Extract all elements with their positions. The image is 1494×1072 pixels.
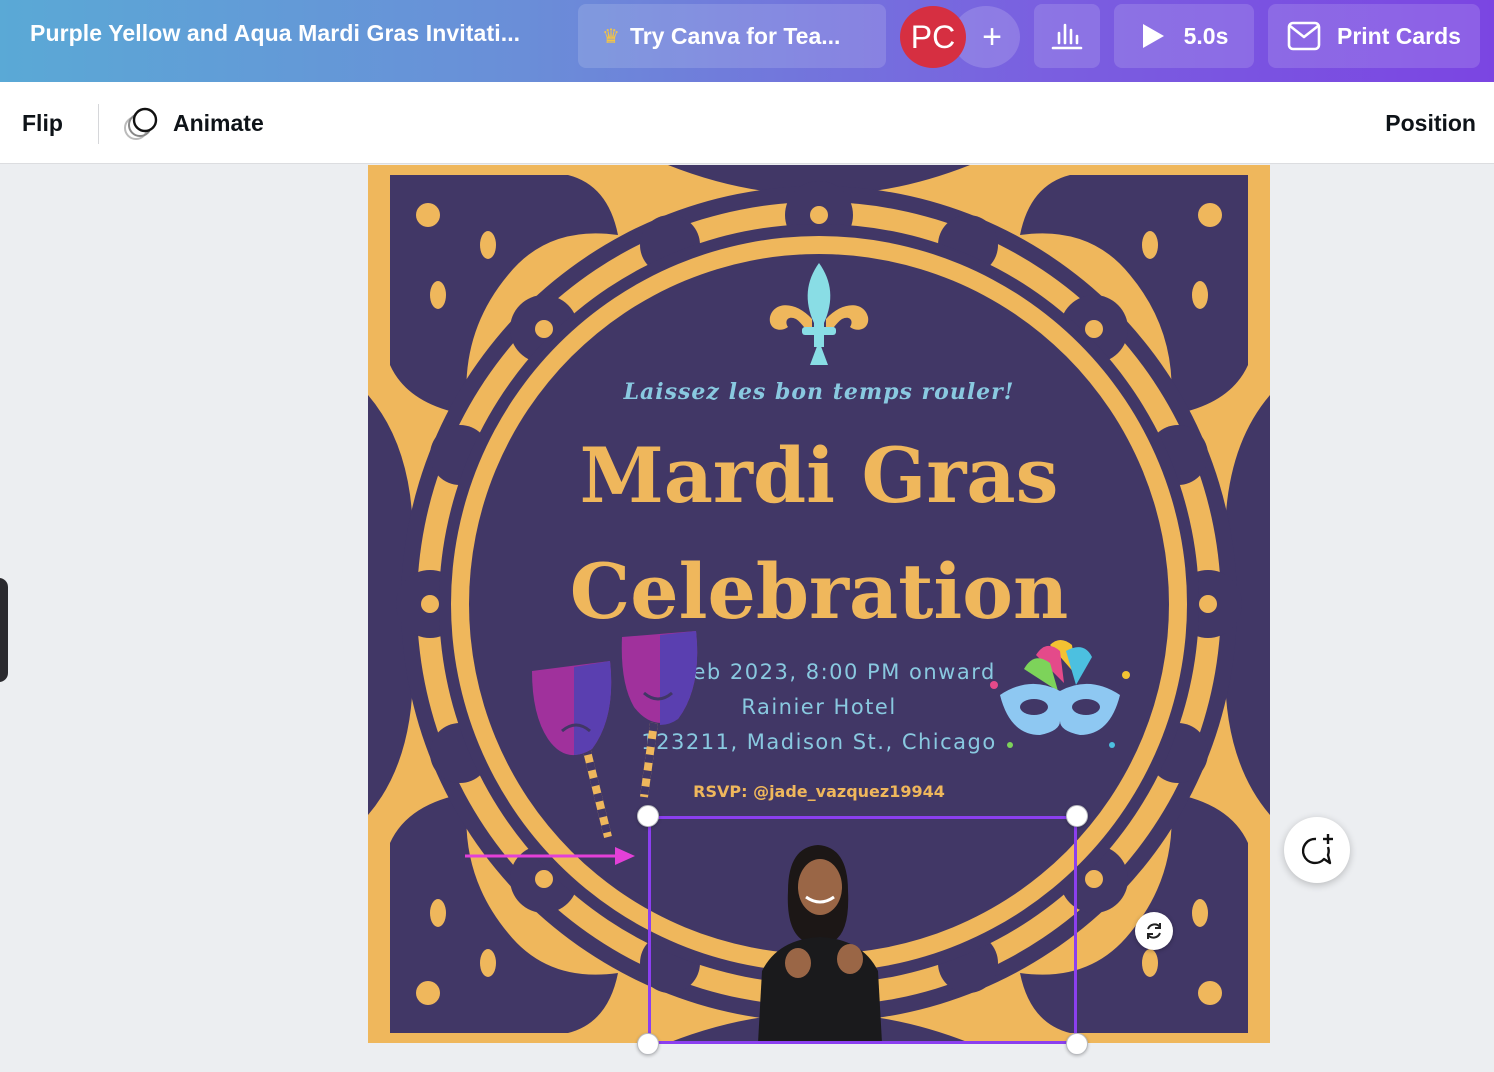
- side-panel-handle[interactable]: [0, 578, 8, 682]
- toolbar-divider: [98, 104, 99, 144]
- crown-icon: ♛: [602, 25, 620, 48]
- resize-handle-bottom-right[interactable]: [1066, 1033, 1088, 1055]
- selection-box[interactable]: [648, 816, 1077, 1044]
- animate-icon[interactable]: [122, 106, 160, 142]
- editor-header: Purple Yellow and Aqua Mardi Gras Invita…: [0, 0, 1494, 82]
- theater-masks-icon[interactable]: [526, 627, 706, 847]
- print-cards-button[interactable]: Print Cards: [1268, 4, 1480, 68]
- title-line-1[interactable]: Mardi Gras: [368, 431, 1270, 520]
- tagline-text[interactable]: Laissez les bon temps rouler!: [368, 379, 1270, 405]
- position-button[interactable]: Position: [1385, 110, 1476, 137]
- insights-button[interactable]: [1034, 4, 1100, 68]
- print-cards-label: Print Cards: [1337, 22, 1461, 49]
- try-canva-label: Try Canva for Tea...: [629, 22, 841, 49]
- rsvp-text[interactable]: RSVP: @jade_vazquez19944: [368, 782, 1270, 801]
- element-toolbar: Flip Animate Position: [0, 82, 1494, 164]
- annotation-arrow: [465, 847, 635, 865]
- plus-icon: +: [982, 17, 1002, 56]
- print-cards-icon: [1287, 21, 1321, 51]
- play-duration: 5.0s: [1183, 22, 1229, 49]
- carnival-mask-icon[interactable]: [980, 635, 1140, 765]
- rotate-icon[interactable]: [1135, 912, 1173, 950]
- try-canva-teams-button[interactable]: ♛ Try Canva for Tea...: [578, 4, 886, 68]
- stats-icon: [1051, 23, 1083, 50]
- resize-handle-top-right[interactable]: [1066, 805, 1088, 827]
- fleur-de-lis-icon[interactable]: [766, 261, 872, 369]
- document-title[interactable]: Purple Yellow and Aqua Mardi Gras Invita…: [30, 20, 520, 47]
- play-icon: [1142, 24, 1164, 48]
- resize-handle-bottom-left[interactable]: [637, 1033, 659, 1055]
- flip-button[interactable]: Flip: [22, 110, 63, 137]
- add-comment-button[interactable]: [1284, 817, 1350, 883]
- animate-button[interactable]: Animate: [173, 110, 264, 137]
- add-comment-icon: [1301, 834, 1333, 865]
- present-play-button[interactable]: 5.0s: [1114, 4, 1254, 68]
- user-avatar[interactable]: PC: [900, 6, 966, 68]
- title-line-2[interactable]: Celebration: [368, 547, 1270, 636]
- resize-handle-top-left[interactable]: [637, 805, 659, 827]
